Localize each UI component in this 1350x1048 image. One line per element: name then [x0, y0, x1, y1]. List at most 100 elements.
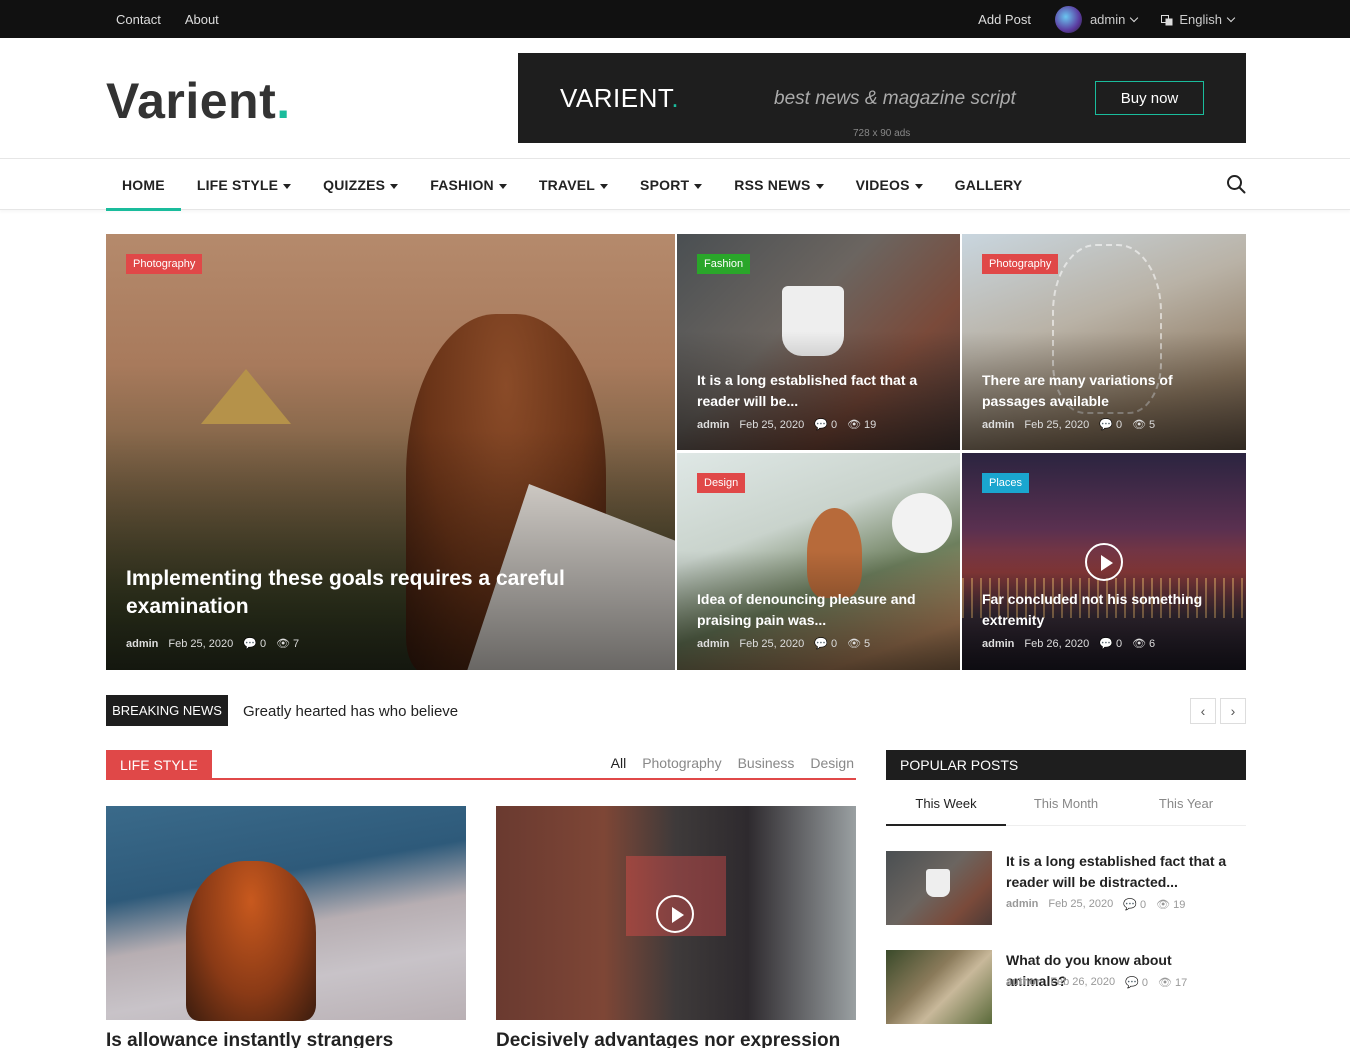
hero-tile-post[interactable]: Design Idea of denouncing pleasure and p…: [677, 453, 960, 670]
category-badge[interactable]: Photography: [982, 254, 1059, 274]
chevron-down-icon: [1226, 13, 1236, 22]
chevron-down-icon: [1130, 13, 1139, 22]
post-author[interactable]: author: [1006, 976, 1040, 989]
post-card-image[interactable]: [106, 806, 466, 1021]
nav-item-sport[interactable]: SPORT: [624, 159, 718, 210]
post-title[interactable]: Idea of denouncing pleasure and praising…: [697, 589, 937, 631]
comments-count: 💬 0: [1125, 977, 1148, 989]
add-post-link[interactable]: Add Post: [978, 12, 1031, 27]
logo-text: Varient: [106, 73, 277, 129]
caret-down-icon: [600, 183, 609, 189]
post-title[interactable]: Far concluded not his something extremit…: [982, 589, 1222, 631]
post-title[interactable]: It is a long established fact that a rea…: [697, 370, 937, 412]
tab-this-year[interactable]: This Year: [1126, 786, 1246, 825]
chevron-right-icon: ›: [1230, 703, 1236, 719]
site-logo[interactable]: Varient.: [106, 72, 291, 130]
hero-tile-post[interactable]: Photography There are many variations of…: [962, 234, 1246, 450]
views-count: 👁 17: [1157, 977, 1188, 989]
caret-down-icon: [694, 183, 703, 189]
post-author[interactable]: admin: [126, 638, 158, 650]
comment-icon: 💬: [243, 638, 257, 650]
post-title[interactable]: There are many variations of passages av…: [982, 370, 1222, 412]
post-card-image[interactable]: [496, 806, 856, 1020]
tab-all[interactable]: All: [611, 755, 627, 771]
post-meta: admin Feb 25, 2020 💬 0 👁 5: [982, 418, 1156, 432]
hero-tile-post[interactable]: Fashion It is a long established fact th…: [677, 234, 960, 450]
caret-down-icon: [815, 183, 824, 189]
post-author[interactable]: admin: [697, 638, 729, 650]
avatar: [1054, 6, 1082, 33]
post-meta: admin Feb 26, 2020 💬 0 👁 6: [982, 637, 1155, 651]
breaking-next-button[interactable]: ›: [1220, 698, 1246, 724]
language-label: English: [1179, 12, 1222, 27]
post-meta: admin Feb 25, 2020 💬 0 👁 7: [126, 637, 300, 651]
comments-count: 💬 0: [814, 638, 838, 650]
buy-now-button[interactable]: Buy now: [1095, 81, 1204, 115]
breaking-news-headline[interactable]: Greatly hearted has who believe: [243, 703, 458, 720]
post-author[interactable]: admin: [697, 419, 729, 431]
eye-icon: 👁: [847, 638, 862, 650]
comment-icon: 💬: [1099, 419, 1113, 431]
ad-tagline: best news & magazine script: [774, 88, 1016, 109]
language-menu[interactable]: English: [1161, 12, 1236, 27]
nav-items: HOME LIFE STYLE QUIZZES FASHION TRAVEL S…: [106, 159, 1039, 211]
category-badge[interactable]: Fashion: [697, 254, 751, 274]
nav-item-gallery[interactable]: GALLERY: [939, 159, 1039, 210]
eye-icon: 👁: [1156, 899, 1171, 911]
user-menu[interactable]: admin: [1054, 6, 1139, 33]
nav-item-home[interactable]: HOME: [106, 159, 181, 211]
post-date: Feb 25, 2020: [739, 637, 805, 650]
post-date: Feb 25, 2020: [739, 418, 805, 431]
popular-post-title[interactable]: It is a long established fact that a rea…: [1006, 851, 1236, 893]
popular-posts-title: POPULAR POSTS: [886, 750, 1246, 780]
nav-item-fashion[interactable]: FASHION: [414, 159, 523, 210]
popular-posts-tabs: This Week This Month This Year: [886, 786, 1246, 826]
post-author[interactable]: admin: [982, 638, 1014, 650]
nav-item-life-style[interactable]: LIFE STYLE: [181, 159, 307, 210]
hero-main-post[interactable]: Photography Implementing these goals req…: [106, 234, 675, 670]
popular-post-thumbnail[interactable]: [886, 851, 992, 925]
comments-count: 💬 0: [1099, 419, 1123, 431]
comment-icon: 💬: [814, 638, 828, 650]
comment-icon: 💬: [814, 419, 828, 431]
post-card-title[interactable]: Decisively advantages nor expression: [496, 1030, 840, 1048]
search-icon[interactable]: [1226, 174, 1246, 194]
play-icon[interactable]: [1085, 543, 1123, 581]
post-author[interactable]: admin: [1006, 898, 1038, 911]
category-badge[interactable]: Photography: [126, 254, 203, 274]
tab-this-month[interactable]: This Month: [1006, 786, 1126, 825]
post-author[interactable]: admin: [982, 419, 1014, 431]
hero-tile-post[interactable]: Places Far concluded not his something e…: [962, 453, 1246, 670]
nav-item-travel[interactable]: TRAVEL: [523, 159, 624, 210]
post-date: Feb 25, 2020: [1024, 418, 1090, 431]
post-title[interactable]: Implementing these goals requires a care…: [126, 565, 586, 621]
breaking-prev-button[interactable]: ‹: [1190, 698, 1216, 724]
top-bar: Contact About Add Post admin English: [0, 0, 1350, 38]
views-count: 👁 7: [276, 638, 300, 650]
tab-this-week[interactable]: This Week: [886, 786, 1006, 826]
eye-icon: 👁: [276, 638, 291, 650]
nav-item-quizzes[interactable]: QUIZZES: [307, 159, 414, 210]
post-card-title[interactable]: Is allowance instantly strangers: [106, 1030, 393, 1048]
comments-count: 💬 0: [243, 638, 267, 650]
nav-item-rss-news[interactable]: RSS NEWS: [718, 159, 839, 210]
about-link[interactable]: About: [185, 12, 219, 27]
tab-photography[interactable]: Photography: [642, 755, 721, 771]
post-date: Feb 25, 2020: [1048, 898, 1114, 910]
play-icon[interactable]: [656, 895, 694, 933]
caret-down-icon: [498, 183, 507, 189]
category-badge[interactable]: Design: [697, 473, 746, 493]
ad-banner[interactable]: VARIENT. best news & magazine script 728…: [518, 53, 1246, 143]
popular-post-thumbnail[interactable]: [886, 950, 992, 1024]
tab-design[interactable]: Design: [810, 755, 854, 771]
nav-item-videos[interactable]: VIDEOS: [840, 159, 939, 210]
views-count: 👁 5: [1132, 419, 1156, 431]
category-badge[interactable]: Places: [982, 473, 1030, 493]
comment-icon: 💬: [1125, 977, 1139, 989]
contact-link[interactable]: Contact: [116, 12, 161, 27]
main-nav: HOME LIFE STYLE QUIZZES FASHION TRAVEL S…: [0, 158, 1350, 211]
post-meta: admin Feb 25, 2020 💬 0 👁 19: [697, 418, 876, 432]
popular-post-meta: author Feb 26, 2020 💬 0 👁 17: [1006, 976, 1187, 989]
tab-business[interactable]: Business: [738, 755, 795, 771]
comment-icon: 💬: [1099, 638, 1113, 650]
